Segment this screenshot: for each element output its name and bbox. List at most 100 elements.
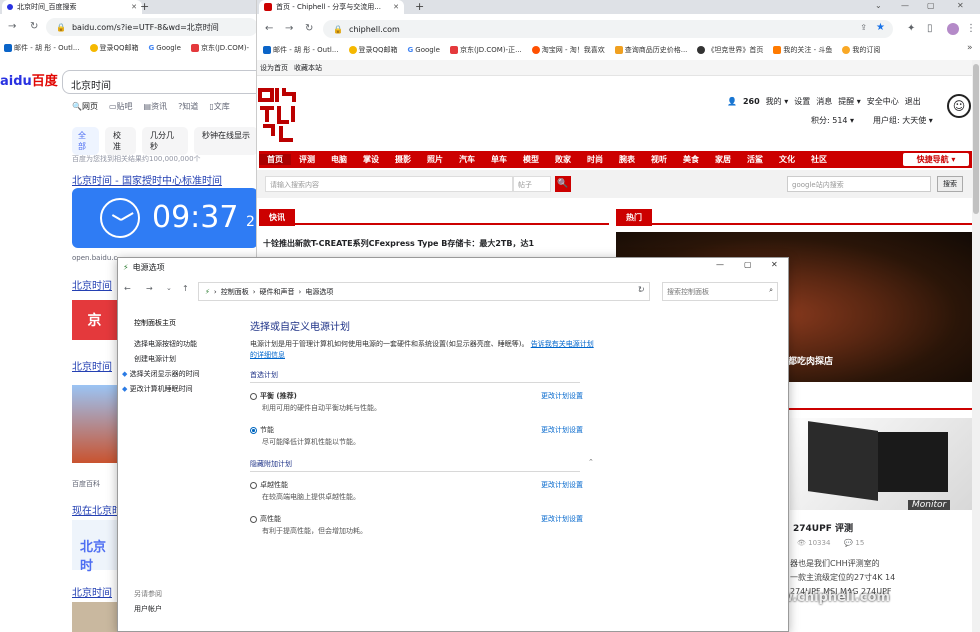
recent-dropdown-icon[interactable]: ⌄: [166, 284, 172, 292]
collapse-chevron-icon[interactable]: ⌃: [588, 458, 594, 466]
clock-widget[interactable]: 09:37 2: [72, 188, 258, 248]
user-menu-security[interactable]: 安全中心: [867, 96, 899, 107]
user-avatar[interactable]: ☺: [947, 94, 971, 118]
change-plan-settings-link[interactable]: 更改计划设置: [541, 391, 583, 401]
bookmark-site-link[interactable]: 收藏本站: [294, 63, 322, 73]
nav-item[interactable]: 腕表: [611, 154, 643, 165]
close-tab-icon[interactable]: ✕: [131, 3, 137, 11]
site-search-button[interactable]: 🔍: [555, 176, 571, 192]
sidebar-home-link[interactable]: 控制面板主页: [134, 316, 236, 331]
result-thumbnail[interactable]: [72, 385, 117, 463]
filter-chip[interactable]: 全部: [72, 127, 99, 155]
bookmark-star-icon[interactable]: ★: [876, 22, 885, 33]
user-points[interactable]: 260: [743, 97, 760, 106]
plan-high-performance[interactable]: 高性能 有利于提高性能，但会增加功耗。 更改计划设置: [250, 514, 600, 548]
bookmark-item[interactable]: 京东(JD.COM)-: [190, 43, 249, 53]
result-title[interactable]: 北京时间: [72, 358, 112, 373]
baidu-logo[interactable]: aidu百度: [0, 70, 58, 89]
change-plan-settings-link[interactable]: 更改计划设置: [541, 480, 583, 490]
new-tab-icon[interactable]: +: [140, 0, 149, 13]
user-menu-settings[interactable]: 设置: [794, 96, 810, 107]
sidebar-display-off-link[interactable]: ◆ 选择关闭显示器的时间: [122, 367, 236, 382]
extensions-icon[interactable]: ✦: [907, 23, 915, 35]
nav-item[interactable]: 模型: [515, 154, 547, 165]
set-homepage-link[interactable]: 设为首页: [260, 63, 288, 73]
bookmark-item[interactable]: G Google: [149, 44, 181, 52]
result-title[interactable]: 北京时间: [72, 277, 112, 292]
result-box[interactable]: 北京时: [72, 520, 117, 574]
change-plan-settings-link[interactable]: 更改计划设置: [541, 425, 583, 435]
hot-tab[interactable]: 热门: [616, 209, 652, 226]
plan-power-saver[interactable]: 节能 尽可能降低计算机性能以节能。 更改计划设置: [250, 425, 600, 459]
refresh-icon[interactable]: ↻: [638, 285, 645, 294]
news-headline[interactable]: 十铨推出新款T-CREATE系列CFexpress Type B存储卡：最大2T…: [263, 238, 534, 249]
user-menu-messages[interactable]: 消息: [816, 96, 832, 107]
tab-tieba[interactable]: ▭贴吧: [109, 101, 133, 112]
breadcrumb-control-panel[interactable]: 控制面板: [221, 287, 249, 297]
search-type-select[interactable]: 帖子: [513, 176, 551, 192]
control-panel-search-input[interactable]: 搜索控制面板 ⌕: [662, 282, 778, 301]
news-tab[interactable]: 快讯: [259, 209, 295, 226]
chiphell-address-bar[interactable]: 🔒 chiphell.com ⇪ ★: [323, 20, 893, 38]
breadcrumb-hardware[interactable]: 硬件和声音: [260, 287, 295, 297]
user-group[interactable]: 用户组: 大天使 ▾: [873, 115, 933, 126]
nav-item[interactable]: 家居: [707, 154, 739, 165]
sidebar-power-button-link[interactable]: 选择电源按钮的功能: [134, 337, 236, 352]
back-icon[interactable]: ←: [124, 284, 131, 293]
breadcrumb-power[interactable]: 电源选项: [305, 287, 333, 297]
up-icon[interactable]: ↑: [182, 284, 189, 293]
tab-wenku[interactable]: ▯文库: [209, 101, 229, 112]
plan-radio[interactable]: [250, 392, 257, 400]
quick-nav-button[interactable]: 快捷导航 ▾: [903, 153, 969, 166]
bookmark-item[interactable]: G Google: [408, 46, 440, 54]
result-title[interactable]: 北京时间 - 国家授时中心标准时间: [72, 172, 222, 187]
monitor-image[interactable]: Monitor: [790, 418, 973, 510]
share-icon[interactable]: ⇪: [860, 23, 867, 32]
bookmark-item[interactable]: 《坦克世界》首页: [697, 45, 763, 55]
minimize-icon[interactable]: —: [901, 1, 909, 10]
maximize-icon[interactable]: ▢: [927, 1, 935, 10]
forward-icon[interactable]: →: [8, 21, 16, 33]
nav-item[interactable]: 掌设: [355, 154, 387, 165]
back-icon[interactable]: ←: [265, 23, 273, 35]
close-window-icon[interactable]: ✕: [771, 260, 778, 269]
user-score[interactable]: 积分: 514 ▾: [811, 115, 854, 126]
bookmark-item[interactable]: 淘宝网 - 淘！我喜欢: [531, 45, 605, 55]
forward-icon[interactable]: →: [146, 284, 153, 293]
close-tab-icon[interactable]: ✕: [393, 3, 399, 11]
tab-news[interactable]: ▤资讯: [144, 101, 168, 112]
user-menu-my[interactable]: 我的 ▾: [766, 96, 789, 107]
hidden-plans-label[interactable]: 隐藏附加计划 ⌃: [250, 458, 600, 469]
nav-item[interactable]: 电脑: [323, 154, 355, 165]
nav-item[interactable]: 单车: [483, 154, 515, 165]
tab-search-icon[interactable]: ⌄: [875, 1, 882, 10]
menu-kebab-icon[interactable]: ⋮: [966, 23, 976, 35]
baidu-address-bar[interactable]: 🔒 baidu.com/s?ie=UTF-8&wd=北京时间: [46, 18, 258, 36]
google-search-input[interactable]: google站内搜索: [787, 176, 931, 192]
reload-icon[interactable]: ↻: [30, 21, 38, 33]
baidu-search-input[interactable]: 北京时间: [62, 70, 258, 94]
nav-item[interactable]: 评测: [291, 154, 323, 165]
forward-icon[interactable]: →: [285, 23, 293, 35]
plan-balanced[interactable]: 平衡 (推荐) 利用可用的硬件自动平衡功耗与性能。 更改计划设置: [250, 391, 600, 425]
bookmark-item[interactable]: 邮件 - 胡 彤 - Outl...: [263, 45, 339, 55]
review-title[interactable]: 274UPF 评测: [793, 521, 853, 534]
tab-zhidao[interactable]: ?知道: [178, 101, 198, 112]
google-search-button[interactable]: 搜索: [937, 176, 963, 192]
user-menu-logout[interactable]: 退出: [905, 96, 921, 107]
sidepanel-icon[interactable]: ▯: [927, 23, 933, 35]
bookmark-item[interactable]: 京东(JD.COM)-正...: [449, 45, 522, 55]
chiphell-logo[interactable]: [257, 84, 307, 144]
bookmark-item[interactable]: 我的关注 - 斗鱼: [773, 45, 832, 55]
nav-item[interactable]: 败家: [547, 154, 579, 165]
site-search-input[interactable]: 请输入搜索内容: [265, 176, 513, 192]
result-thumbnail[interactable]: 京: [72, 300, 117, 340]
minimize-icon[interactable]: —: [716, 260, 724, 269]
bookmark-item[interactable]: 查询商品历史价格...: [614, 45, 687, 55]
baidu-tab[interactable]: 北京时间_百度搜索 ✕: [2, 0, 142, 14]
tab-web[interactable]: 🔍网页: [72, 101, 98, 112]
result-thumbnail[interactable]: [72, 602, 117, 632]
filter-chip[interactable]: 秒钟在线显示: [194, 127, 258, 155]
nav-item[interactable]: 视听: [643, 154, 675, 165]
nav-item[interactable]: 照片: [419, 154, 451, 165]
